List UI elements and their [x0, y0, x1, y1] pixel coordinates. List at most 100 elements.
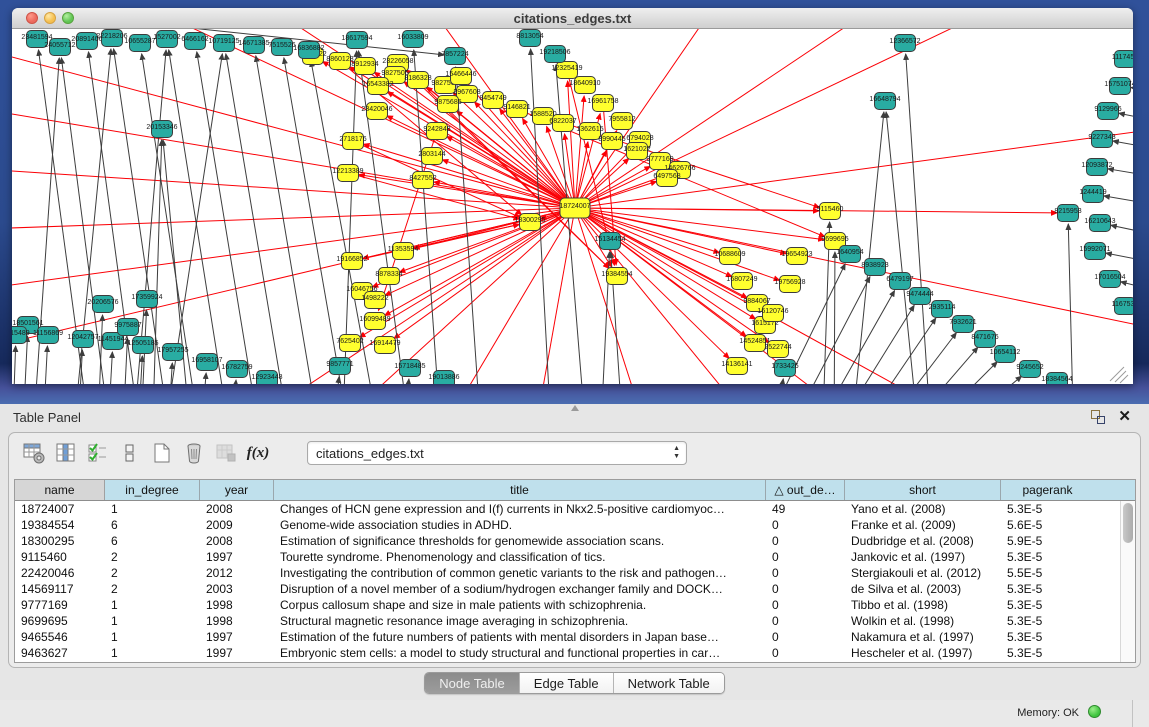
- table-cell-pagerank[interactable]: 5.3E-5: [1001, 597, 1094, 613]
- table-row[interactable]: 977716911998Corpus callosum shape and si…: [15, 597, 1135, 613]
- table-cell-pagerank[interactable]: 5.3E-5: [1001, 501, 1094, 517]
- table-cell-pagerank[interactable]: 5.3E-5: [1001, 581, 1094, 597]
- table-selector-dropdown[interactable]: citations_edges.txt ▲▼: [307, 441, 687, 465]
- table-cell-short[interactable]: Nakamura et al. (1997): [845, 629, 1001, 645]
- table-cell-out_degree[interactable]: 0: [766, 613, 845, 629]
- table-cell-pagerank[interactable]: 5.9E-5: [1001, 533, 1094, 549]
- table-cell-out_degree[interactable]: 0: [766, 517, 845, 533]
- table-cell-year[interactable]: 2008: [200, 501, 274, 517]
- table-cell-pagerank[interactable]: 5.3E-5: [1001, 613, 1094, 629]
- table-cell-name[interactable]: 14569117: [15, 581, 105, 597]
- table-cell-out_degree[interactable]: 0: [766, 645, 845, 661]
- table-cell-in_degree[interactable]: 1: [105, 645, 200, 661]
- table-cell-title[interactable]: Embryonic stem cells: a model to study s…: [274, 645, 766, 661]
- table-cell-in_degree[interactable]: 1: [105, 629, 200, 645]
- panel-resize-handle[interactable]: [571, 405, 579, 411]
- table-row[interactable]: 1938455462009Genome-wide association stu…: [15, 517, 1135, 533]
- table-cell-out_degree[interactable]: 49: [766, 501, 845, 517]
- table-cell-out_degree[interactable]: 0: [766, 533, 845, 549]
- table-cell-year[interactable]: 1998: [200, 613, 274, 629]
- table-row[interactable]: 969969511998Structural magnetic resonanc…: [15, 613, 1135, 629]
- table-cell-out_degree[interactable]: 0: [766, 629, 845, 645]
- float-panel-icon[interactable]: [1091, 410, 1105, 424]
- table-cell-name[interactable]: 9463627: [15, 645, 105, 661]
- table-cell-out_degree[interactable]: 0: [766, 597, 845, 613]
- table-cell-in_degree[interactable]: 6: [105, 517, 200, 533]
- table-cell-short[interactable]: Jankovic et al. (1997): [845, 549, 1001, 565]
- column-header-in_degree[interactable]: in_degree: [105, 480, 200, 500]
- table-cell-short[interactable]: Wolkin et al. (1998): [845, 613, 1001, 629]
- table-cell-year[interactable]: 1997: [200, 629, 274, 645]
- table-cell-title[interactable]: Structural magnetic resonance image aver…: [274, 613, 766, 629]
- delete-column-icon[interactable]: [181, 440, 207, 466]
- table-cell-year[interactable]: 1998: [200, 597, 274, 613]
- table-cell-in_degree[interactable]: 1: [105, 501, 200, 517]
- network-canvas[interactable]: 1872400779638228860128891293423226058982…: [12, 29, 1133, 384]
- table-cell-name[interactable]: 9699695: [15, 613, 105, 629]
- table-cell-out_degree[interactable]: 0: [766, 549, 845, 565]
- column-header-year[interactable]: year: [200, 480, 274, 500]
- table-cell-title[interactable]: Genome-wide association studies in ADHD.: [274, 517, 766, 533]
- table-row[interactable]: 1872400712008Changes of HCN gene express…: [15, 501, 1135, 517]
- table-row[interactable]: 1830029562008Estimation of significance …: [15, 533, 1135, 549]
- table-row[interactable]: 946362711997Embryonic stem cells: a mode…: [15, 645, 1135, 661]
- delete-table-icon[interactable]: [213, 440, 239, 466]
- scrollbar-thumb[interactable]: [1123, 503, 1133, 543]
- table-mode-icon[interactable]: [21, 440, 47, 466]
- column-header-name[interactable]: name: [15, 480, 105, 500]
- table-cell-name[interactable]: 9465546: [15, 629, 105, 645]
- function-builder-icon[interactable]: f(x): [245, 440, 271, 466]
- table-cell-out_degree[interactable]: 0: [766, 565, 845, 581]
- table-cell-title[interactable]: Tourette syndrome. Phenomenology and cla…: [274, 549, 766, 565]
- tab-edge-table[interactable]: Edge Table: [520, 673, 614, 693]
- table-cell-in_degree[interactable]: 1: [105, 597, 200, 613]
- table-cell-year[interactable]: 2009: [200, 517, 274, 533]
- table-row[interactable]: 911546021997Tourette syndrome. Phenomeno…: [15, 549, 1135, 565]
- table-cell-pagerank[interactable]: 5.3E-5: [1001, 629, 1094, 645]
- table-cell-short[interactable]: Franke et al. (2009): [845, 517, 1001, 533]
- table-cell-name[interactable]: 19384554: [15, 517, 105, 533]
- column-header-out_degree[interactable]: △ out_de…: [766, 480, 845, 500]
- table-cell-in_degree[interactable]: 2: [105, 581, 200, 597]
- table-cell-pagerank[interactable]: 5.3E-5: [1001, 549, 1094, 565]
- table-cell-pagerank[interactable]: 5.6E-5: [1001, 517, 1094, 533]
- table-row[interactable]: 2242004622012Investigating the contribut…: [15, 565, 1135, 581]
- table-cell-name[interactable]: 18724007: [15, 501, 105, 517]
- network-window-titlebar[interactable]: citations_edges.txt: [12, 8, 1133, 29]
- table-cell-year[interactable]: 1997: [200, 645, 274, 661]
- column-header-pagerank[interactable]: pagerank: [1001, 480, 1094, 500]
- table-cell-title[interactable]: Changes of HCN gene expression and I(f) …: [274, 501, 766, 517]
- table-cell-title[interactable]: Corpus callosum shape and size in male p…: [274, 597, 766, 613]
- table-cell-out_degree[interactable]: 0: [766, 581, 845, 597]
- table-cell-in_degree[interactable]: 6: [105, 533, 200, 549]
- rows-icon[interactable]: [117, 440, 143, 466]
- show-columns-icon[interactable]: [53, 440, 79, 466]
- vertical-scrollbar[interactable]: [1120, 501, 1135, 662]
- table-row[interactable]: 1456911722003Disruption of a novel membe…: [15, 581, 1135, 597]
- table-cell-title[interactable]: Investigating the contribution of common…: [274, 565, 766, 581]
- table-cell-title[interactable]: Estimation of the future numbers of pati…: [274, 629, 766, 645]
- table-cell-pagerank[interactable]: 5.3E-5: [1001, 645, 1094, 661]
- table-cell-short[interactable]: Dudbridge et al. (2008): [845, 533, 1001, 549]
- table-cell-in_degree[interactable]: 2: [105, 549, 200, 565]
- table-cell-name[interactable]: 9777169: [15, 597, 105, 613]
- table-cell-short[interactable]: Tibbo et al. (1998): [845, 597, 1001, 613]
- memory-status-indicator[interactable]: [1088, 705, 1101, 718]
- table-cell-name[interactable]: 18300295: [15, 533, 105, 549]
- table-cell-short[interactable]: Yano et al. (2008): [845, 501, 1001, 517]
- table-cell-in_degree[interactable]: 2: [105, 565, 200, 581]
- table-cell-year[interactable]: 2003: [200, 581, 274, 597]
- table-cell-title[interactable]: Disruption of a novel member of a sodium…: [274, 581, 766, 597]
- column-header-short[interactable]: short: [845, 480, 1001, 500]
- column-header-title[interactable]: title: [274, 480, 766, 500]
- table-cell-pagerank[interactable]: 5.5E-5: [1001, 565, 1094, 581]
- new-column-icon[interactable]: [149, 440, 175, 466]
- table-cell-title[interactable]: Estimation of significance thresholds fo…: [274, 533, 766, 549]
- close-panel-icon[interactable]: ✕: [1118, 407, 1131, 425]
- table-cell-short[interactable]: Stergiakouli et al. (2012): [845, 565, 1001, 581]
- table-cell-name[interactable]: 9115460: [15, 549, 105, 565]
- table-cell-short[interactable]: de Silva et al. (2003): [845, 581, 1001, 597]
- table-row[interactable]: 946554611997Estimation of the future num…: [15, 629, 1135, 645]
- table-cell-in_degree[interactable]: 1: [105, 613, 200, 629]
- table-cell-name[interactable]: 22420046: [15, 565, 105, 581]
